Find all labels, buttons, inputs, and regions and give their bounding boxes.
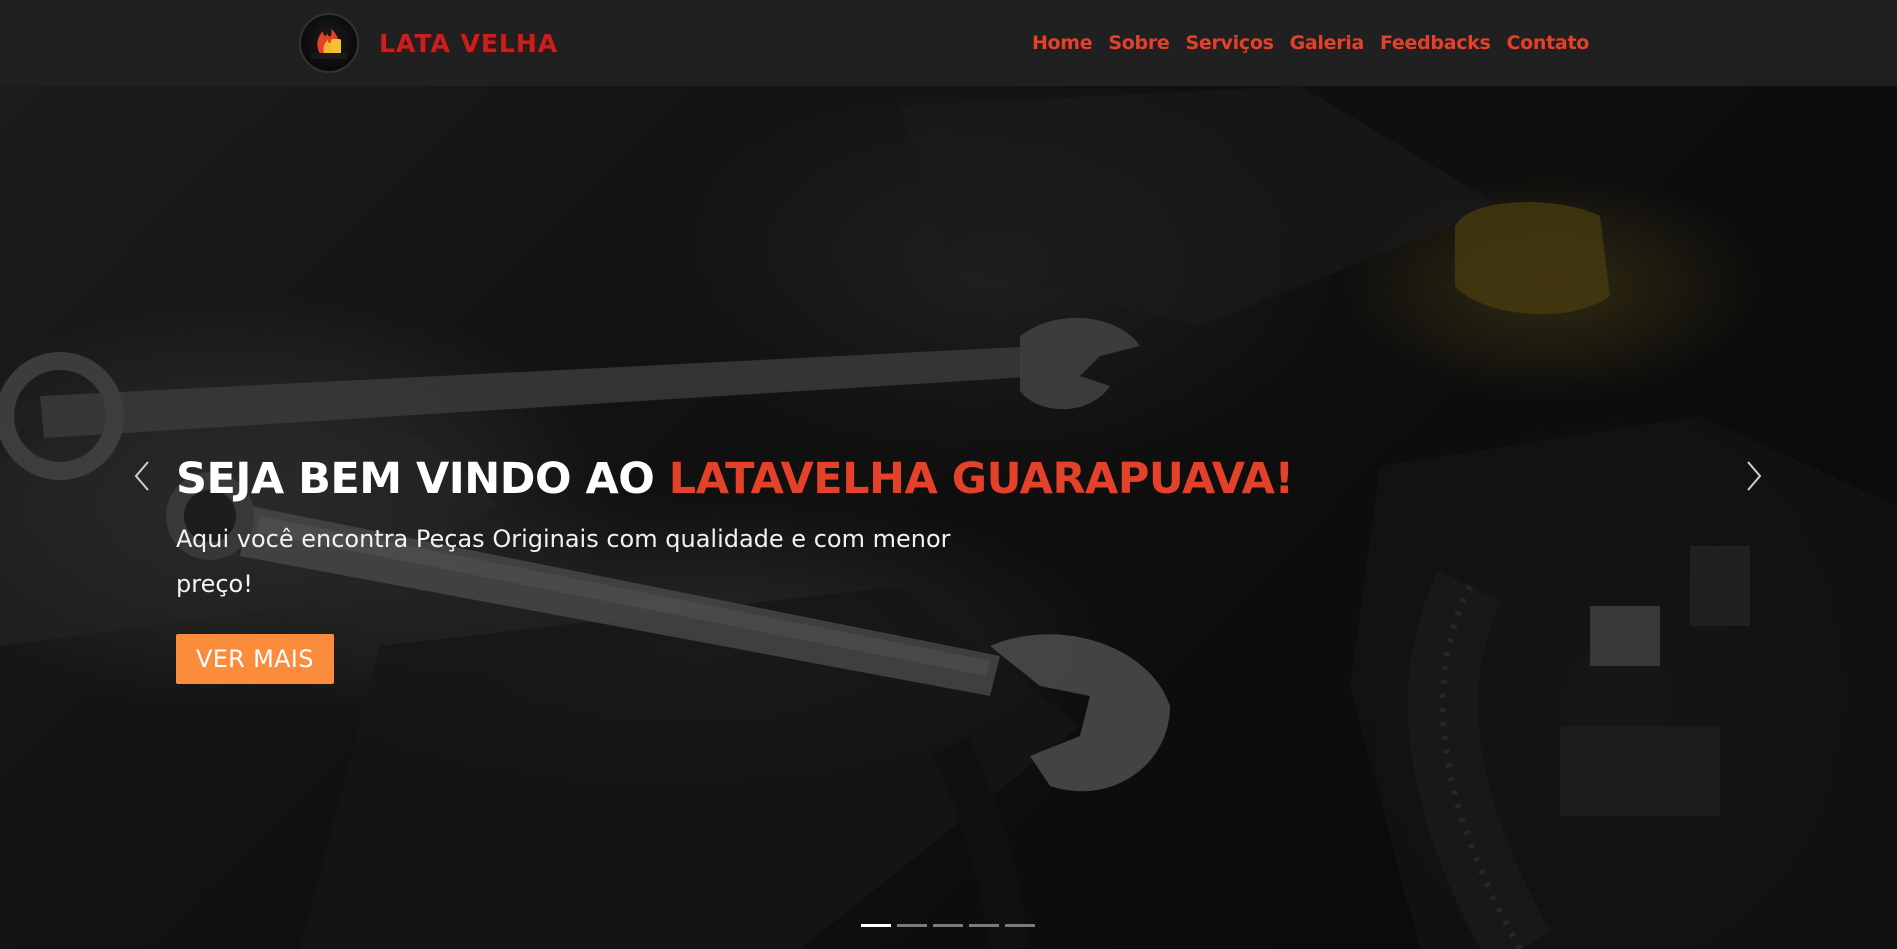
- carousel-next-button[interactable]: [1742, 458, 1766, 494]
- carousel-indicator-1[interactable]: [861, 924, 891, 927]
- brand-logo[interactable]: [299, 13, 359, 73]
- hero-title-accent: LATAVELHA GUARAPUAVA!: [668, 454, 1294, 504]
- navbar: LATA VELHA Home Sobre Serviços Galeria F…: [0, 0, 1897, 86]
- nav-home-link[interactable]: Home: [1032, 32, 1093, 54]
- nav-sobre-link[interactable]: Sobre: [1108, 32, 1169, 54]
- carousel-prev-button[interactable]: [130, 458, 154, 494]
- nav-feedbacks-link[interactable]: Feedbacks: [1380, 32, 1491, 54]
- hero-carousel: SEJA BEM VINDO AO LATAVELHA GUARAPUAVA! …: [0, 86, 1897, 949]
- flame-logo-icon: [311, 29, 347, 59]
- hero-subtitle: Aqui você encontra Peças Originais com q…: [176, 525, 951, 599]
- carousel-indicator-5[interactable]: [1005, 924, 1035, 927]
- hero-caption: SEJA BEM VINDO AO LATAVELHA GUARAPUAVA! …: [176, 454, 1376, 685]
- nav-servicos-link[interactable]: Serviços: [1186, 32, 1274, 54]
- carousel-indicator-4[interactable]: [969, 924, 999, 927]
- brand-name[interactable]: LATA VELHA: [379, 29, 558, 58]
- nav-contato-link[interactable]: Contato: [1507, 32, 1590, 54]
- carousel-indicator-2[interactable]: [897, 924, 927, 927]
- chevron-right-icon: [1747, 461, 1762, 491]
- hero-title: SEJA BEM VINDO AO LATAVELHA GUARAPUAVA!: [176, 454, 1376, 504]
- hero-title-prefix: SEJA BEM VINDO AO: [176, 454, 669, 504]
- carousel-indicator-3[interactable]: [933, 924, 963, 927]
- nav-galeria-link[interactable]: Galeria: [1290, 32, 1365, 54]
- carousel-indicators: [861, 924, 1035, 927]
- main-nav: Home Sobre Serviços Galeria Feedbacks Co…: [1032, 0, 1589, 86]
- chevron-left-icon: [134, 461, 149, 491]
- brand[interactable]: LATA VELHA: [299, 13, 558, 73]
- ver-mais-button[interactable]: VER MAIS: [176, 634, 334, 685]
